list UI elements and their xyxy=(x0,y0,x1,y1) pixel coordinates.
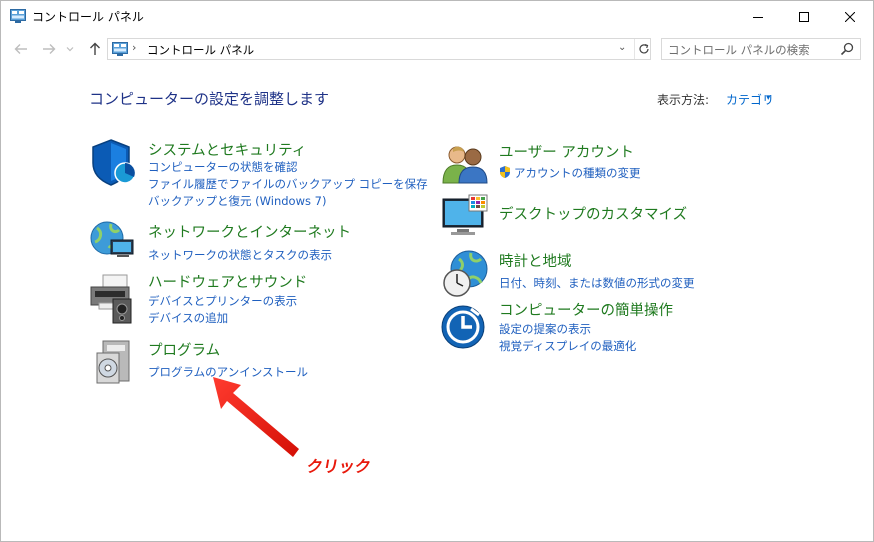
control-panel-icon xyxy=(10,9,26,23)
refresh-button[interactable] xyxy=(634,39,653,59)
link-change-account-type[interactable]: アカウントの種類の変更 xyxy=(514,165,641,181)
view-by-label: 表示方法: xyxy=(657,93,710,107)
link-devices-printers[interactable]: デバイスとプリンターの表示 xyxy=(148,293,297,309)
up-button[interactable] xyxy=(85,39,105,59)
click-annotation-label: クリック xyxy=(305,457,373,476)
users-icon[interactable] xyxy=(441,143,489,185)
breadcrumb-control-panel[interactable]: コントロール パネル xyxy=(147,42,254,58)
red-arrow-icon xyxy=(213,377,299,457)
address-dropdown-button[interactable]: ⌄ xyxy=(618,42,626,53)
minimize-icon xyxy=(753,16,763,18)
clock-globe-icon[interactable] xyxy=(441,249,489,299)
uac-shield-icon xyxy=(500,166,510,178)
maximize-icon xyxy=(799,11,809,22)
control-panel-icon xyxy=(112,42,128,56)
link-backup-restore[interactable]: バックアップと復元 (Windows 7) xyxy=(148,193,326,209)
programs-icon[interactable] xyxy=(95,339,135,385)
category-system-security[interactable]: システムとセキュリティ xyxy=(148,139,306,160)
category-network-internet[interactable]: ネットワークとインターネット xyxy=(148,221,351,242)
category-desktop-customization[interactable]: デスクトップのカスタマイズ xyxy=(499,203,687,224)
category-ease-of-access[interactable]: コンピューターの簡単操作 xyxy=(499,299,673,320)
ease-of-access-icon[interactable] xyxy=(441,303,489,351)
minimize-button[interactable] xyxy=(735,1,781,32)
link-network-status[interactable]: ネットワークの状態とタスクの表示 xyxy=(148,247,332,263)
forward-arrow-icon xyxy=(43,44,56,54)
link-check-computer-status[interactable]: コンピューターの状態を確認 xyxy=(148,159,298,175)
search-input[interactable]: コントロール パネルの検索 xyxy=(661,38,861,60)
category-user-accounts[interactable]: ユーザー アカウント xyxy=(499,141,634,162)
maximize-button[interactable] xyxy=(781,1,827,32)
printer-icon[interactable] xyxy=(89,273,137,325)
network-icon[interactable] xyxy=(89,218,137,262)
search-placeholder: コントロール パネルの検索 xyxy=(668,43,810,57)
control-panel-window: コントロール パネル › コントロール パネル ⌄ コントロール パネルの検索 … xyxy=(0,0,874,542)
category-programs[interactable]: プログラム xyxy=(148,339,220,360)
link-add-device[interactable]: デバイスの追加 xyxy=(148,310,228,326)
back-button[interactable] xyxy=(11,39,31,59)
shield-icon[interactable] xyxy=(89,137,137,187)
forward-button[interactable] xyxy=(39,39,59,59)
link-date-time-number-format[interactable]: 日付、時刻、または数値の形式の変更 xyxy=(499,275,695,291)
link-file-history-backup[interactable]: ファイル履歴でファイルのバックアップ コピーを保存 xyxy=(148,176,428,192)
up-arrow-icon xyxy=(90,42,100,55)
search-icon[interactable] xyxy=(840,42,854,56)
link-optimize-visual-display[interactable]: 視覚ディスプレイの最適化 xyxy=(499,338,636,354)
recent-locations-button[interactable] xyxy=(63,39,77,59)
address-bar[interactable]: › コントロール パネル ⌄ xyxy=(107,38,651,60)
refresh-icon xyxy=(639,43,649,54)
breadcrumb-separator[interactable]: › xyxy=(132,41,136,54)
category-clock-region[interactable]: 時計と地域 xyxy=(499,250,572,271)
chevron-down-icon xyxy=(66,47,74,52)
window-title: コントロール パネル xyxy=(32,10,144,24)
page-heading: コンピューターの設定を調整します xyxy=(89,90,330,108)
close-button[interactable] xyxy=(827,1,873,32)
close-icon xyxy=(845,11,855,22)
link-get-recommendations[interactable]: 設定の提案の表示 xyxy=(499,321,591,337)
title-bar[interactable]: コントロール パネル xyxy=(1,1,873,32)
desktop-icon[interactable] xyxy=(441,193,489,239)
category-hardware-sound[interactable]: ハードウェアとサウンド xyxy=(148,271,307,292)
address-row: › コントロール パネル ⌄ コントロール パネルの検索 xyxy=(1,35,873,63)
back-arrow-icon xyxy=(14,44,27,54)
chevron-down-icon[interactable]: ▾ xyxy=(766,93,771,103)
